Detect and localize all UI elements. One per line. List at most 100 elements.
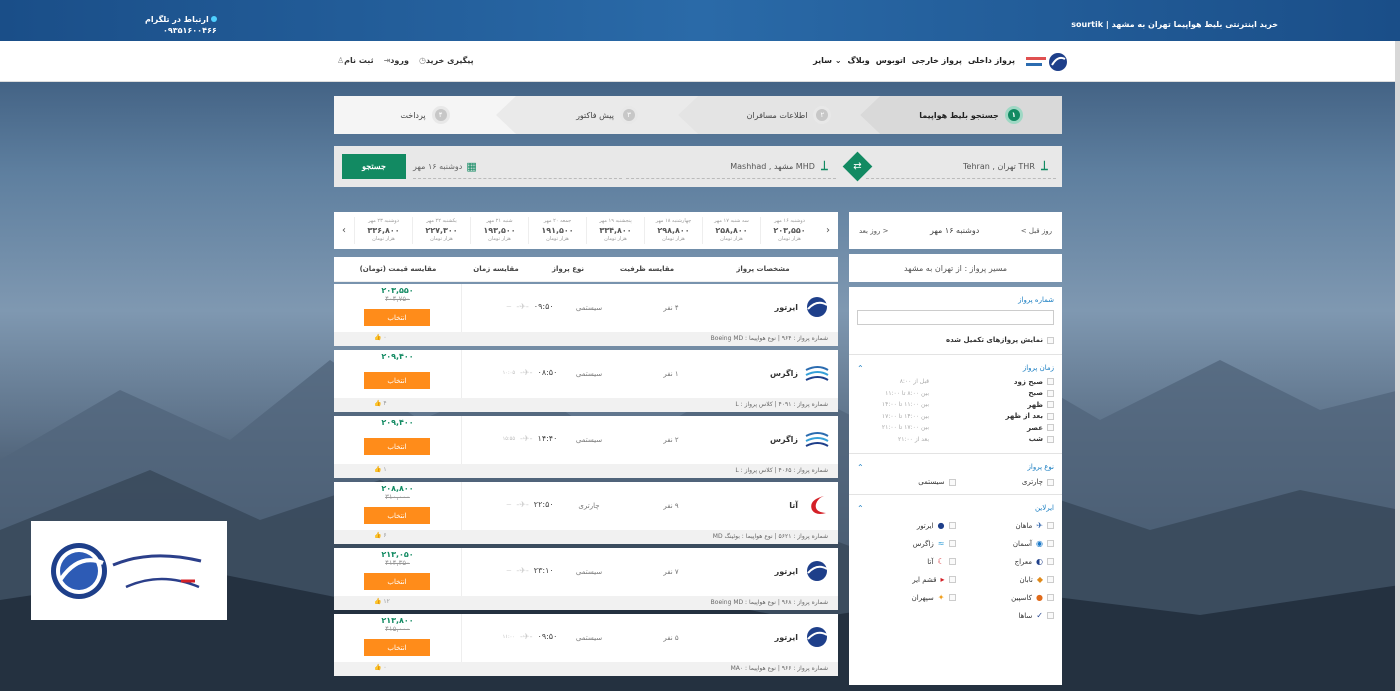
time-option[interactable]: صبح زود قبل از ۸:۰۰ — [857, 376, 1054, 388]
step-passengers[interactable]: ۲ اطلاعات مسافران — [698, 96, 880, 134]
likes: ۱۲ — [383, 598, 390, 605]
destination-value: Mashhad , مشهد MHD — [730, 161, 815, 171]
page-scrollbar[interactable] — [1395, 41, 1400, 691]
type-option-charter[interactable]: چارتری — [956, 478, 1054, 486]
strip-day[interactable]: دوشنبه ۲۳ مهر ۳۳۶,۸۰۰ هزار تومان — [354, 217, 412, 244]
zagros-logo-icon — [805, 366, 829, 381]
price-cell: ۲۰۳,۵۵۰ ۴۰۴,۷۵۰ انتخاب — [334, 284, 462, 332]
destination-field[interactable]: Mashhad , مشهد MHD ⟘ — [626, 154, 836, 179]
time-option[interactable]: ظهر بین ۱۱:۰۰ تا ۱۴:۰۰ — [857, 399, 1054, 411]
strip-next-icon[interactable]: › — [818, 225, 838, 236]
strip-prev-icon[interactable]: ‹ — [334, 225, 354, 236]
col-time[interactable]: مقایسه زمان — [462, 265, 530, 273]
origin-field[interactable]: Tehran , تهران THR ⟘ — [866, 154, 1056, 179]
like-count[interactable]: 👍 ۰ — [374, 334, 387, 341]
plane-line-icon: -✈- — [516, 302, 529, 311]
airline-option[interactable]: ▸ قشم ایر — [857, 575, 956, 584]
time-range: بین ۱۷:۰۰ تا ۲۱:۰۰ — [881, 424, 929, 432]
nav-domestic-flight[interactable]: پرواز داخلی — [968, 56, 1015, 65]
arrival-time: ۱۱:۰۰ — [502, 633, 516, 640]
nav-other[interactable]: سایر ⌄ — [813, 56, 841, 65]
time-label: بعد از ظهر — [1005, 412, 1044, 421]
like-count[interactable]: 👍 ۰ — [374, 664, 387, 671]
price-cell: ۲۰۹,۴۰۰ انتخاب — [334, 350, 462, 398]
time-option[interactable]: عصر بین ۱۷:۰۰ تا ۲۱:۰۰ — [857, 422, 1054, 434]
telegram-contact[interactable]: ارتباط در تلگرام ۰۹۳۵۱۶۰۰۴۶۶ — [145, 14, 217, 36]
nav-bus[interactable]: اتوبوس — [876, 56, 906, 65]
airline-label: ساها — [1018, 611, 1033, 620]
site-logo[interactable] — [1024, 51, 1068, 73]
next-day-link[interactable]: روز بعد > — [859, 227, 888, 235]
like-count[interactable]: 👍 ۴ — [374, 400, 387, 407]
airline-filter-title[interactable]: ایرلاین ⌃ — [857, 495, 1054, 513]
day-unit: هزار تومان — [720, 236, 743, 242]
signup-link[interactable]: ♙ثبت نام — [335, 56, 374, 65]
strip-day[interactable]: دوشنبه ۱۶ مهر ۲۰۳,۵۵۰ هزار تومان — [760, 217, 818, 244]
type-option-system[interactable]: سیستمی — [857, 478, 956, 486]
select-button[interactable]: انتخاب — [364, 309, 430, 326]
step-invoice[interactable]: ۳ پیش فاکتور — [516, 96, 698, 134]
step-payment[interactable]: ۴ پرداخت — [334, 96, 516, 134]
nav-foreign-flight[interactable]: پرواز خارجی — [912, 56, 962, 65]
airline-option[interactable]: ≈ زاگرس — [857, 539, 956, 548]
saha-icon: ✓ — [1036, 611, 1043, 620]
flight-type: سیستمی — [575, 568, 603, 576]
strip-day[interactable]: یکشنبه ۲۲ مهر ۲۲۷,۳۰۰ هزار تومان — [412, 217, 470, 244]
airline-option[interactable]: ● ایرتور — [857, 521, 956, 530]
like-count[interactable]: 👍 ۱۲ — [374, 598, 390, 605]
price: ۲۱۳,۸۰۰ — [381, 616, 414, 625]
select-button[interactable]: انتخاب — [364, 438, 430, 455]
strip-day[interactable]: چهارشنبه ۱۸ مهر ۲۹۸,۸۰۰ هزار تومان — [644, 217, 702, 244]
airline-option[interactable]: ◉ آسمان — [956, 539, 1054, 548]
checkbox-label: نمایش پروازهای تکمیل شده — [945, 336, 1043, 344]
airline-option[interactable]: ✓ ساها — [956, 611, 1054, 620]
contact-label: ارتباط در تلگرام — [145, 15, 209, 24]
login-link[interactable]: ⇥ورود — [382, 56, 409, 65]
type-filter-title[interactable]: نوع پرواز ⌃ — [857, 454, 1054, 472]
prev-day-link[interactable]: < روز قبل — [1021, 227, 1052, 235]
origin-value: Tehran , تهران THR — [963, 161, 1035, 171]
time-option[interactable]: شب بعد از ۲۱:۰۰ — [857, 434, 1054, 446]
airline-option[interactable]: ☾ آتا — [857, 557, 956, 566]
strip-day[interactable]: شنبه ۲۱ مهر ۱۹۳,۵۰۰ هزار تومان — [470, 217, 528, 244]
likes: ۰ — [383, 664, 387, 671]
departure-time: ۱۴:۴۰ — [537, 434, 558, 443]
airline-option[interactable]: ✦ سپهران — [857, 593, 956, 602]
date-field[interactable]: ▦ دوشنبه ۱۶ مهر — [413, 154, 622, 179]
strip-day[interactable]: پنجشنبه ۱۹ مهر ۳۳۴,۸۰۰ هزار تومان — [586, 217, 644, 244]
time-options: صبح زود قبل از ۸:۰۰ صبح بین ۸:۰۰ تا ۱۱:۰۰ … — [857, 376, 1054, 445]
checkbox-icon — [1047, 478, 1054, 486]
day-date: شنبه ۲۱ مهر — [486, 218, 513, 224]
step-label: پرداخت — [400, 110, 426, 120]
time-option[interactable]: بعد از ظهر بین ۱۴:۰۰ تا ۱۷:۰۰ — [857, 411, 1054, 423]
select-button[interactable]: انتخاب — [364, 372, 430, 389]
time-filter-title[interactable]: زمان پرواز ⌃ — [857, 355, 1054, 373]
track-purchase-link[interactable]: ◷پیگیری خرید — [417, 56, 474, 65]
seats: ۵ نفر — [663, 634, 679, 642]
day-unit: هزار تومان — [546, 236, 569, 242]
time-option[interactable]: صبح بین ۸:۰۰ تا ۱۱:۰۰ — [857, 388, 1054, 400]
day-price: ۱۹۱,۵۰۰ — [541, 226, 574, 235]
search-button[interactable]: جستجو — [342, 154, 406, 179]
sepehran-icon: ✦ — [937, 593, 945, 602]
step-search[interactable]: ۱ جستجو بلیط هواپیما — [880, 96, 1062, 134]
col-price[interactable]: مقایسه قیمت (تومان) — [334, 265, 462, 273]
select-button[interactable]: انتخاب — [364, 639, 430, 656]
user-actions: ◷پیگیری خرید ⇥ورود ♙ثبت نام — [335, 56, 474, 65]
strip-day[interactable]: جمعه ۲۰ مهر ۱۹۱,۵۰۰ هزار تومان — [528, 217, 586, 244]
flight-number-input[interactable] — [857, 310, 1054, 325]
like-count[interactable]: 👍 ۶ — [374, 532, 387, 539]
airline-option[interactable]: ✈ ماهان — [956, 521, 1054, 530]
select-button[interactable]: انتخاب — [364, 507, 430, 524]
airline-option[interactable]: ◆ تابان — [956, 575, 1054, 584]
nav-blog[interactable]: وبلاگ — [848, 56, 870, 65]
select-button[interactable]: انتخاب — [364, 573, 430, 590]
like-count[interactable]: 👍 ۱ — [374, 466, 387, 473]
airline-option[interactable]: ● کاسپین — [956, 593, 1054, 602]
airline-option[interactable]: ◐ معراج — [956, 557, 1054, 566]
strip-day[interactable]: سه شنبه ۱۷ مهر ۲۵۸,۸۰۰ هزار تومان — [702, 217, 760, 244]
col-capacity[interactable]: مقایسه ظرفیت — [606, 265, 688, 273]
time-label: شب — [1028, 435, 1043, 444]
show-full-checkbox[interactable]: نمایش پروازهای تکمیل شده — [857, 334, 1054, 346]
day-price: ۲۰۳,۵۵۰ — [773, 226, 806, 235]
